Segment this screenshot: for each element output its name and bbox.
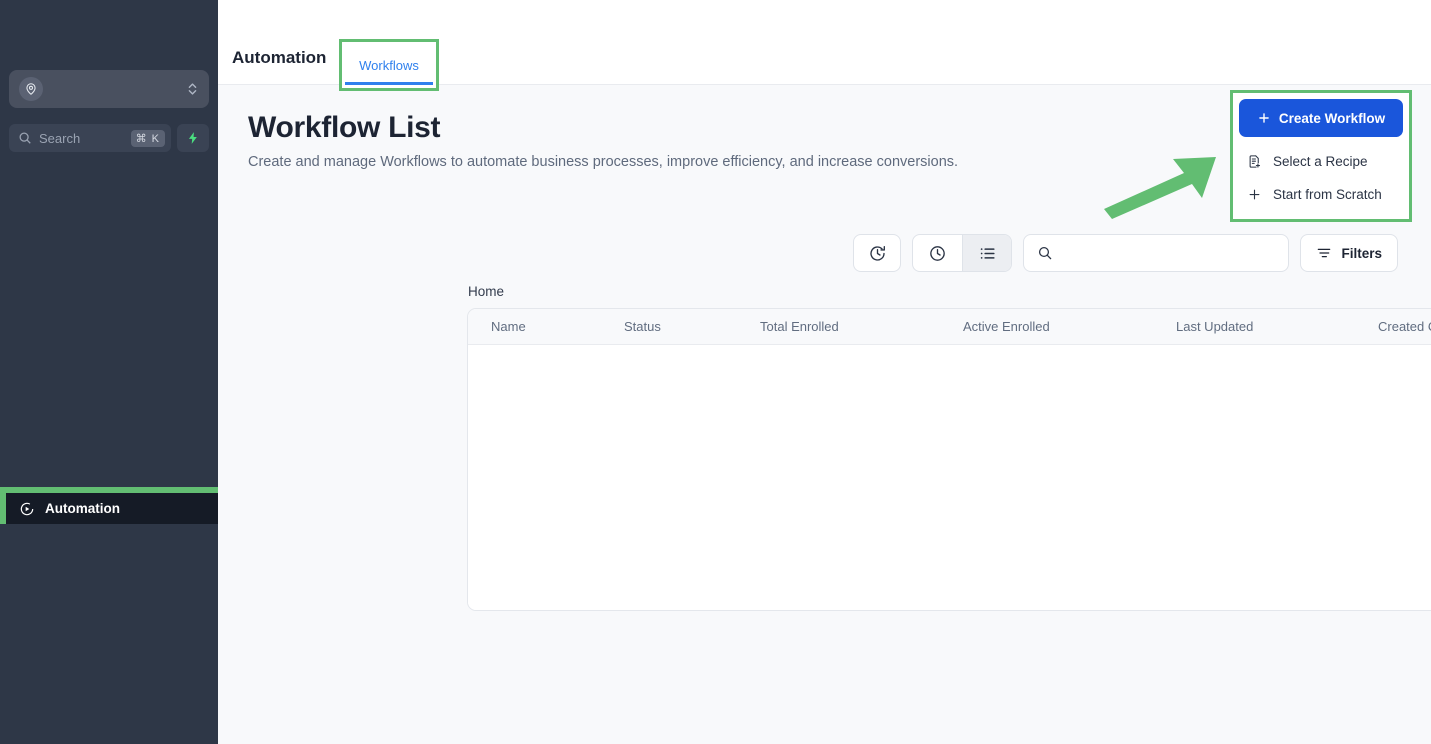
table-header-row: Name Status Total Enrolled Active Enroll…: [468, 309, 1431, 345]
chevron-updown-icon: [185, 80, 199, 98]
menu-item-label: Select a Recipe: [1273, 154, 1368, 169]
search-shortcut-badge: ⌘ K: [130, 129, 165, 147]
filter-icon: [1316, 245, 1332, 261]
column-header-name: Name: [491, 319, 526, 334]
plus-icon: [1257, 111, 1271, 125]
clock-arrow-icon: [868, 244, 887, 263]
sidebar-item-label: Automation: [45, 501, 120, 516]
document-plus-icon: [1247, 154, 1262, 169]
tab-label: Workflows: [359, 57, 419, 73]
workflow-search-box[interactable]: [1023, 234, 1290, 272]
location-pin-icon: [19, 77, 43, 101]
search-icon: [1037, 245, 1053, 261]
plus-icon: [1247, 187, 1262, 202]
menu-item-label: Start from Scratch: [1273, 187, 1382, 202]
lightning-bolt-icon: [186, 130, 200, 146]
breadcrumb[interactable]: Home: [468, 284, 504, 299]
app-root: Search ⌘ K Automation Automation Workflo…: [0, 0, 1431, 744]
play-circle-icon: [19, 501, 35, 517]
filters-button[interactable]: Filters: [1300, 234, 1398, 272]
search-icon: [18, 131, 32, 145]
sidebar: Search ⌘ K Automation: [0, 0, 218, 744]
table-body: [468, 345, 1431, 610]
list-icon: [978, 244, 997, 263]
top-bar: Automation Workflows: [218, 0, 1431, 91]
clock-icon: [928, 244, 947, 263]
ai-assistant-button[interactable]: [177, 124, 209, 152]
column-header-last-updated: Last Updated: [1176, 319, 1254, 334]
annotation-arrow: [1104, 157, 1216, 219]
create-workflow-label: Create Workflow: [1278, 110, 1386, 126]
view-toggle-list[interactable]: [962, 235, 1012, 271]
workflow-table: Name Status Total Enrolled Active Enroll…: [467, 308, 1431, 611]
tab-workflows-highlight: Workflows: [339, 39, 439, 91]
view-toggle-group: [912, 234, 1013, 272]
page-title: Workflow List: [248, 111, 441, 144]
workflow-search-input[interactable]: [1053, 245, 1276, 261]
menu-item-select-a-recipe[interactable]: Select a Recipe: [1233, 145, 1409, 178]
org-switcher[interactable]: [9, 70, 209, 108]
create-workflow-button[interactable]: Create Workflow: [1239, 99, 1403, 137]
page-section-title: Automation: [232, 48, 327, 67]
search-input[interactable]: Search ⌘ K: [9, 124, 171, 152]
list-toolbar: Filters: [853, 234, 1398, 272]
sidebar-search-row: Search ⌘ K: [9, 124, 209, 152]
search-placeholder: Search: [39, 130, 81, 146]
view-toggle-clock[interactable]: [913, 235, 962, 271]
page-header: Workflow List Create and manage Workflow…: [218, 85, 1431, 222]
sidebar-item-automation[interactable]: Automation: [6, 493, 218, 524]
create-workflow-dropdown: Select a Recipe Start from Scratch: [1233, 143, 1409, 219]
create-workflow-menu-highlight: Create Workflow Select a Recipe Start fr…: [1230, 90, 1412, 222]
column-header-total-enrolled: Total Enrolled: [760, 319, 839, 334]
history-button[interactable]: [853, 234, 902, 272]
menu-item-start-from-scratch[interactable]: Start from Scratch: [1233, 178, 1409, 211]
filters-label: Filters: [1341, 245, 1382, 261]
sidebar-item-automation-highlight: Automation: [0, 487, 218, 524]
column-header-status: Status: [624, 319, 661, 334]
column-header-active-enrolled: Active Enrolled: [963, 319, 1050, 334]
tab-workflows[interactable]: Workflows: [342, 42, 436, 88]
column-header-created-on: Created On: [1378, 319, 1431, 334]
main-content: Automation Workflows Workflow List Creat…: [218, 0, 1431, 744]
page-subtitle: Create and manage Workflows to automate …: [248, 154, 959, 170]
